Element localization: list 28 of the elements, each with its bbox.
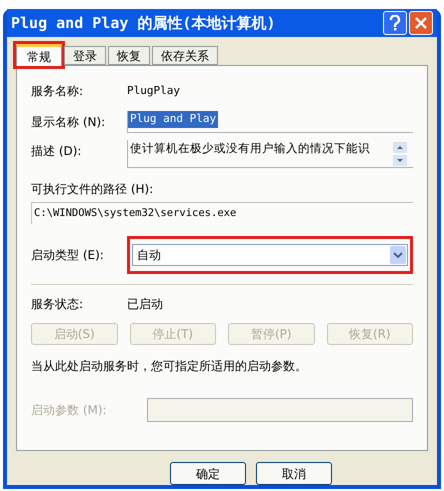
display-name-text: Plug and Play [128, 111, 218, 128]
close-icon [415, 17, 427, 29]
field-label: 描述 (D): [31, 143, 82, 160]
field-label: 可执行文件的路径 (H): [31, 181, 154, 198]
service-status-value: 已启动 [127, 296, 163, 313]
field-label: 启动类型 (E): [31, 247, 105, 264]
description-text: 使计算机在极少或没有用户输入的情况下能识 [129, 140, 371, 157]
field-label: 启动参数 (M): [31, 402, 108, 419]
display-name-field[interactable]: Plug and Play [127, 111, 413, 133]
service-name-value: PlugPlay [127, 82, 180, 99]
startup-type-dropdown[interactable]: 自动 [132, 244, 408, 266]
close-button[interactable] [409, 11, 433, 35]
dialog-button[interactable]: 取消 [256, 462, 332, 485]
path-field: C:\WINDOWS\system32\services.exe [31, 202, 413, 224]
tab[interactable]: 恢复 [108, 46, 150, 65]
dialog-button[interactable]: 确定 [170, 462, 246, 485]
hint-text: 当从此处启动服务时，您可指定所适用的启动参数。 [31, 358, 308, 375]
window-title: Plug and Play 的属性(本地计算机) [11, 12, 276, 34]
tab[interactable]: 常规 [16, 44, 62, 66]
help-button[interactable] [383, 11, 407, 35]
description-field[interactable]: 使计算机在极少或没有用户输入的情况下能识 [127, 140, 413, 168]
tab[interactable]: 登录 [64, 46, 106, 65]
tab[interactable]: 依存关系 [152, 46, 218, 65]
spin-arrows-icon[interactable] [393, 142, 407, 166]
field-label: 显示名称 (N): [31, 114, 106, 131]
help-icon [389, 15, 401, 31]
field-label: 服务状态: [31, 296, 84, 313]
field-label: 服务名称: [31, 83, 84, 100]
